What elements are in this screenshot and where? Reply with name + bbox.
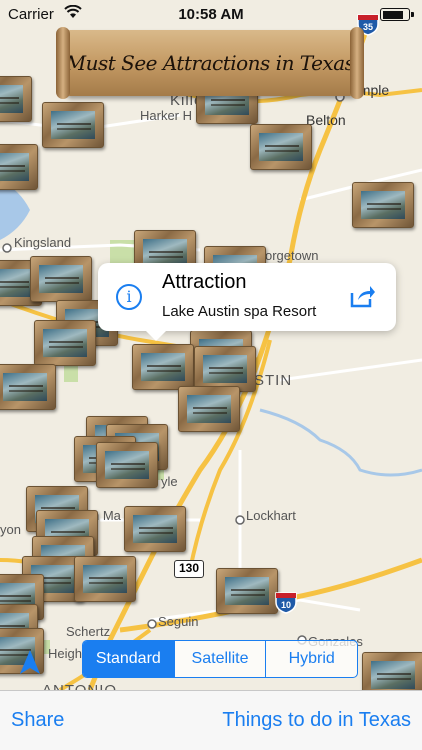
map-view[interactable]: Temple Belton Harker H Kille Kingsland o…	[0, 0, 422, 690]
map-label-kingsland: Kingsland	[14, 235, 72, 250]
map-label-seguin: Seguin	[158, 614, 199, 629]
map-type-standard[interactable]: Standard	[83, 641, 174, 677]
banner-title: Must See Attractions in Texas	[65, 51, 355, 75]
attraction-pin[interactable]	[30, 256, 92, 302]
callout-title: Attraction	[162, 271, 247, 293]
attraction-pin[interactable]	[34, 320, 96, 366]
map-type-satellite[interactable]: Satellite	[173, 641, 266, 677]
attraction-pin[interactable]	[352, 182, 414, 228]
things-to-do-button[interactable]: Things to do in Texas	[222, 709, 411, 732]
bottom-toolbar: Share Things to do in Texas	[0, 690, 422, 750]
share-button[interactable]: Share	[11, 709, 64, 732]
attraction-pin[interactable]	[0, 364, 56, 410]
attraction-pin[interactable]	[0, 144, 38, 190]
attraction-pin[interactable]	[362, 652, 422, 690]
map-label-antonio: ANTONIO	[42, 682, 117, 690]
map-label-canyon: yon	[0, 522, 21, 537]
interstate-10-shield: 10	[274, 590, 298, 614]
status-bar: Carrier 10:58 AM	[0, 0, 422, 30]
attraction-pin[interactable]	[74, 556, 136, 602]
state-highway-130-shield: 130	[174, 560, 204, 578]
share-icon[interactable]	[348, 283, 376, 309]
attraction-pin[interactable]	[124, 506, 186, 552]
location-arrow-icon[interactable]	[16, 648, 44, 676]
attraction-pin[interactable]	[132, 344, 194, 390]
map-label-harker-heights: Harker H	[140, 108, 193, 123]
attraction-callout[interactable]: i Attraction Lake Austin spa Resort	[98, 263, 396, 341]
map-type-segmented-control[interactable]: Standard Satellite Hybrid	[82, 640, 358, 678]
attraction-pin[interactable]	[42, 102, 104, 148]
attraction-pin[interactable]	[96, 442, 158, 488]
battery-icon	[380, 8, 414, 21]
map-label-georgetown: orgetown	[265, 248, 319, 263]
attraction-pin[interactable]	[178, 386, 240, 432]
attraction-pin[interactable]	[0, 76, 32, 122]
map-label-kyle: yle	[161, 474, 178, 489]
attraction-pin[interactable]	[216, 568, 278, 614]
callout-subtitle: Lake Austin spa Resort	[162, 303, 317, 320]
map-label-schertz: Schertz	[66, 624, 111, 639]
map-label-heights: Heigh	[48, 646, 82, 661]
clock: 10:58 AM	[178, 6, 244, 23]
info-icon[interactable]: i	[116, 284, 142, 310]
map-label-lockhart: Lockhart	[246, 508, 296, 523]
interstate-10-label: 10	[281, 600, 291, 610]
attraction-pin[interactable]	[250, 124, 312, 170]
title-banner: Must See Attractions in Texas	[56, 27, 364, 99]
map-type-hybrid[interactable]: Hybrid	[265, 641, 357, 677]
map-label-austin: STIN	[254, 372, 293, 389]
